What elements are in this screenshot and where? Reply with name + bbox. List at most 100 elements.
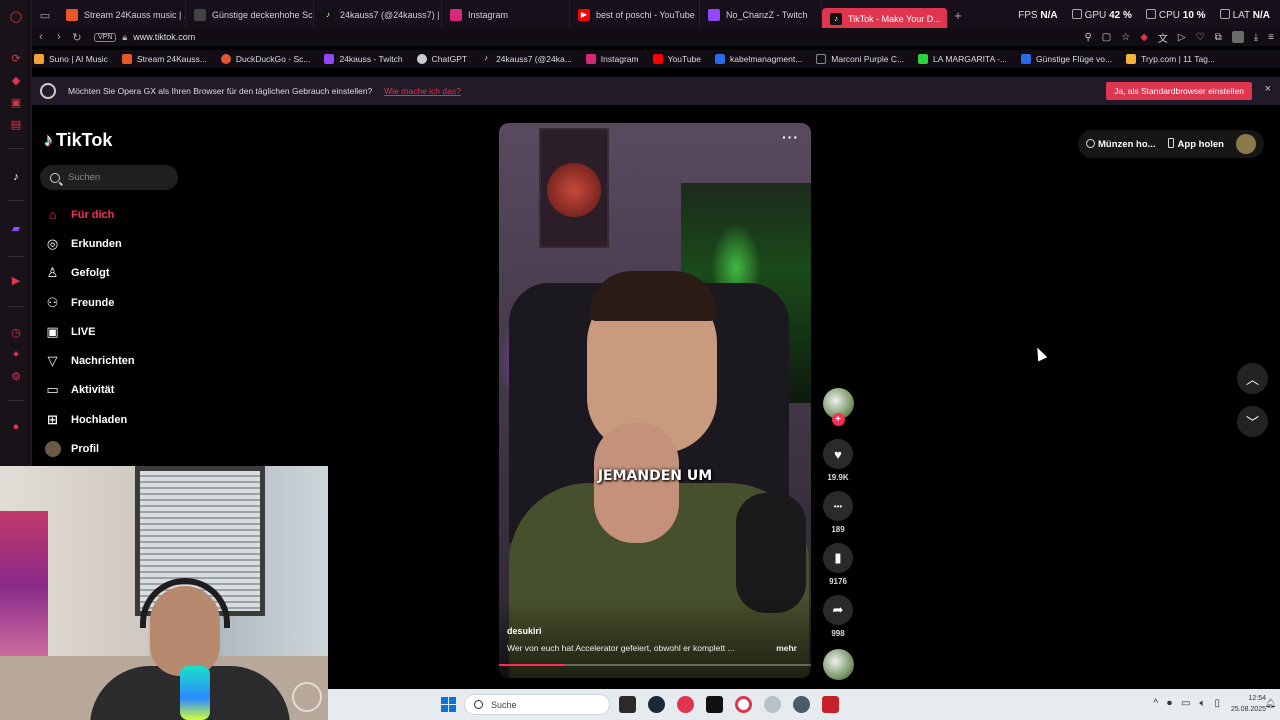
tab-active[interactable]: ♪ TikTok - Make Your D... (822, 8, 948, 30)
share-icon[interactable]: ➦ (823, 595, 853, 625)
translate-icon[interactable]: 文 (1158, 30, 1168, 45)
nav-item-explore[interactable]: ◎ Erkunden (44, 229, 135, 258)
menu-icon[interactable]: ≡ (1268, 32, 1274, 43)
history-icon[interactable]: ◷ (9, 326, 23, 340)
tab[interactable]: Instagram (442, 0, 570, 30)
bookmark-item[interactable]: YouTube (652, 54, 701, 64)
bookmark-item[interactable]: LA MARGARITA -... (918, 54, 1007, 64)
tab[interactable]: Stream 24Kauss music | ... (58, 0, 186, 30)
bookmark-item[interactable]: DuckDuckGo - Sc... (220, 54, 310, 64)
nav-item-activity[interactable]: ▭ Aktivität (44, 376, 135, 405)
clock[interactable]: 12:54 25.08.2025 (1231, 693, 1266, 715)
search-input[interactable]: Suchen (40, 165, 178, 190)
bookmark-star-icon[interactable]: ☆ (1121, 32, 1130, 43)
coins-button[interactable]: Münzen ho... (1086, 138, 1156, 150)
app-icon[interactable] (822, 696, 839, 713)
gx-corner-icon[interactable]: ◆ (9, 74, 23, 88)
get-app-button[interactable]: App holen (1167, 138, 1224, 150)
user-avatar[interactable] (1236, 134, 1256, 154)
more-options-icon[interactable]: ··· (782, 129, 799, 145)
notification-bell-icon[interactable]: 🔔︎ (1265, 698, 1276, 709)
bookmark-item[interactable]: Günstige Flüge vo... (1021, 54, 1112, 64)
previous-video-button[interactable]: ︿ (1237, 363, 1268, 394)
bookmark-action[interactable]: ▮ 9176 (820, 543, 856, 589)
new-tab-button[interactable]: + (948, 8, 968, 23)
howto-link[interactable]: Wie mache ich das? (384, 86, 461, 96)
play-icon[interactable]: ▷ (1178, 32, 1186, 43)
bookmark-item[interactable]: Tryp.com | 11 Tag... (1126, 54, 1215, 64)
opera-logo-icon[interactable]: ◯ (9, 10, 23, 24)
settings-gear-icon[interactable] (793, 696, 810, 713)
video-progress-bar[interactable] (499, 664, 811, 666)
profile-avatar[interactable] (1231, 31, 1244, 43)
file-explorer-icon[interactable] (619, 696, 636, 713)
bookmark-item[interactable]: Suno | AI Music (34, 54, 108, 64)
next-video-button[interactable]: ﹀ (1237, 406, 1268, 437)
pin-icon[interactable]: ⚲ (1084, 32, 1091, 43)
vpn-badge[interactable]: VPN (94, 32, 117, 42)
gx-game-icon[interactable]: ▣ (9, 96, 23, 110)
video-author[interactable]: desukiri (507, 626, 542, 636)
tiktok-sidebar-icon[interactable]: ♪ (9, 170, 23, 184)
epic-games-icon[interactable] (706, 696, 723, 713)
bookmark-item[interactable]: Instagram (585, 54, 639, 64)
bookmark-item[interactable]: Stream 24Kauss... (121, 54, 207, 64)
nav-item-for-you[interactable]: ⌂ Für dich (44, 200, 135, 229)
nav-item-profile[interactable]: Profil (44, 434, 135, 463)
nav-item-live[interactable]: ▣ LIVE (44, 317, 135, 346)
tab[interactable]: Günstige deckenhohe Sc... (186, 0, 314, 30)
heart-icon[interactable]: ♥ (823, 439, 853, 469)
chevron-up-icon[interactable]: ^ (1153, 698, 1158, 709)
opera-gx-icon[interactable] (735, 696, 752, 713)
settings-icon[interactable]: ⚙ (9, 370, 23, 384)
comment-action[interactable]: ••• 189 (820, 491, 856, 537)
more-icon[interactable]: ● (9, 420, 23, 434)
app-icon[interactable] (677, 696, 694, 713)
nav-item-messages[interactable]: ▽ Nachrichten (44, 346, 135, 375)
gx-control-icon[interactable]: ⟳ (9, 52, 23, 66)
tab[interactable]: No_ChanzZ - Twitch (700, 0, 822, 30)
app-icon[interactable] (764, 696, 781, 713)
volume-icon[interactable]: 🔈︎ (1199, 698, 1205, 709)
video-player[interactable]: ··· JEMANDEN UM desukiri Wer von euch ha… (499, 123, 811, 678)
heart-icon[interactable]: ♡ (1196, 32, 1205, 43)
taskbar-search[interactable]: Suche (464, 694, 610, 715)
bookmark-icon[interactable]: ▮ (823, 543, 853, 573)
tab-menu-icon[interactable]: ▭ (32, 9, 58, 22)
like-action[interactable]: ♥ 19.9K (820, 439, 856, 485)
sound-avatar[interactable] (822, 649, 854, 680)
forward-icon[interactable]: › (50, 31, 68, 43)
bookmark-item[interactable]: 24kauss - Twitch (324, 54, 403, 64)
tiktok-logo[interactable]: ♪ TikTok (44, 130, 112, 151)
nav-item-upload[interactable]: ⊞ Hochladen (44, 405, 135, 434)
extensions-icon[interactable]: ⧉ (1215, 32, 1222, 43)
nav-item-following[interactable]: ♙ Gefolgt (44, 259, 135, 288)
bookmark-item[interactable]: ChatGPT (416, 54, 467, 64)
news-icon[interactable]: ▤ (9, 118, 23, 132)
network-icon[interactable]: ▭ (1181, 698, 1190, 709)
twitch-sidebar-icon[interactable]: ▰ (9, 222, 23, 236)
download-icon[interactable]: ⤓ (1254, 32, 1258, 43)
set-default-button[interactable]: Ja, als Standardbrowser einstellen (1106, 82, 1252, 100)
shield-icon[interactable]: ◆ (1140, 32, 1148, 43)
microphone-icon[interactable]: ⏺ (1167, 698, 1172, 709)
close-icon[interactable]: × (1265, 83, 1271, 95)
back-icon[interactable]: ‹ (32, 31, 50, 43)
nav-item-friends[interactable]: ⚇ Freunde (44, 288, 135, 317)
share-action[interactable]: ➦ 998 (820, 595, 856, 641)
url-field[interactable]: www.tiktok.com (133, 32, 195, 42)
windows-start-icon[interactable] (441, 697, 456, 712)
tab[interactable]: ▶ best of poschi - YouTube (570, 0, 700, 30)
player-icon[interactable]: ▶ (9, 274, 23, 288)
follow-plus-icon[interactable]: + (831, 413, 845, 426)
snapshot-icon[interactable]: ▢ (1102, 32, 1111, 43)
bookmark-item[interactable]: Marconi Purple C... (816, 54, 904, 64)
bookmark-item[interactable]: kabelmanagment... (715, 54, 802, 64)
extensions-icon[interactable]: ✦ (9, 348, 23, 362)
comment-icon[interactable]: ••• (823, 491, 853, 521)
reload-icon[interactable]: ↻ (68, 31, 86, 44)
creator-avatar[interactable]: + (822, 388, 854, 426)
bookmark-item[interactable]: ♪ 24kauss7 (@24ka... (481, 54, 572, 64)
more-link[interactable]: mehr (776, 643, 797, 653)
tab[interactable]: ♪ 24kauss7 (@24kauss7) | (314, 0, 442, 30)
